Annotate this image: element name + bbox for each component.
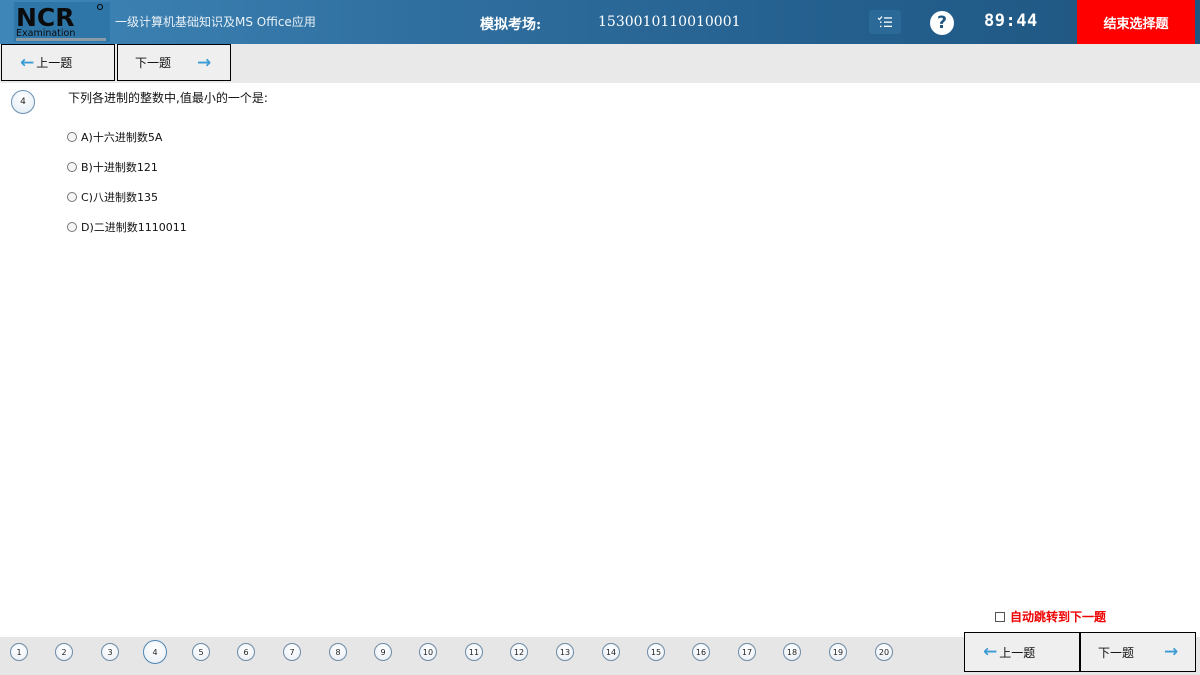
list-icon — [877, 16, 892, 28]
radio-icon[interactable] — [67, 222, 77, 232]
option-label: C)八进制数135 — [81, 191, 158, 204]
help-icon[interactable]: ? — [930, 11, 954, 35]
previous-label: 上一题 — [999, 645, 1036, 660]
question-nav-17[interactable]: 17 — [738, 643, 756, 661]
option-b[interactable]: B)十进制数121 — [67, 159, 158, 175]
question-nav-18[interactable]: 18 — [783, 643, 801, 661]
question-nav-19[interactable]: 19 — [829, 643, 847, 661]
radio-icon[interactable] — [67, 132, 77, 142]
question-text: 下列各进制的整数中,值最小的一个是: — [68, 91, 268, 105]
logo-subtext: Examination — [16, 28, 75, 39]
question-nav-14[interactable]: 14 — [602, 643, 620, 661]
question-nav-5[interactable]: 5 — [192, 643, 210, 661]
arrow-right-icon: → — [197, 52, 212, 73]
previous-question-button[interactable]: ← 上一题 — [1, 44, 115, 81]
next-question-button-bottom[interactable]: 下一题 → — [1080, 632, 1196, 672]
question-nav-7[interactable]: 7 — [283, 643, 301, 661]
question-nav-13[interactable]: 13 — [556, 643, 574, 661]
option-c[interactable]: C)八进制数135 — [67, 189, 158, 205]
question-nav-6[interactable]: 6 — [237, 643, 255, 661]
previous-question-button-bottom[interactable]: ← 上一题 — [964, 632, 1080, 672]
option-a[interactable]: A)十六进制数5A — [67, 129, 162, 145]
option-label: B)十进制数121 — [81, 161, 158, 174]
question-nav-9[interactable]: 9 — [374, 643, 392, 661]
question-nav-15[interactable]: 15 — [647, 643, 665, 661]
question-nav-4-current[interactable]: 4 — [143, 640, 167, 664]
top-navigation-bar: ← 上一题 下一题 → — [0, 44, 1200, 83]
arrow-right-icon: → — [1164, 642, 1179, 662]
checkbox-icon[interactable] — [995, 611, 1005, 622]
radio-icon[interactable] — [67, 192, 77, 202]
question-nav-1[interactable]: 1 — [10, 643, 28, 661]
previous-label: 上一题 — [36, 56, 73, 70]
question-nav-8[interactable]: 8 — [329, 643, 347, 661]
question-number-badge: 4 — [11, 90, 35, 114]
question-nav-16[interactable]: 16 — [692, 643, 710, 661]
next-label: 下一题 — [1098, 645, 1135, 660]
exam-room-label: 模拟考场: — [480, 17, 542, 33]
arrow-left-icon: ← — [983, 642, 998, 662]
next-question-button[interactable]: 下一题 → — [117, 44, 231, 81]
option-d[interactable]: D)二进制数1110011 — [67, 219, 187, 235]
auto-next-label: 自动跳转到下一题 — [1010, 610, 1107, 624]
question-list-button[interactable] — [869, 10, 901, 34]
auto-next-toggle[interactable]: 自动跳转到下一题 — [995, 608, 1106, 625]
end-choice-section-button[interactable]: 结束选择题 — [1077, 0, 1195, 44]
option-label: A)十六进制数5A — [81, 131, 163, 144]
question-nav-2[interactable]: 2 — [55, 643, 73, 661]
exam-room-number: 1530010110010001 — [598, 14, 741, 30]
next-label: 下一题 — [135, 56, 172, 70]
ncre-logo: NCR Examination — [14, 2, 110, 42]
question-nav-12[interactable]: 12 — [510, 643, 528, 661]
radio-icon[interactable] — [67, 162, 77, 172]
question-nav-20[interactable]: 20 — [875, 643, 893, 661]
question-nav-3[interactable]: 3 — [101, 643, 119, 661]
option-label: D)二进制数1110011 — [81, 221, 187, 234]
ncre-logo-graphic: NCR Examination — [14, 2, 110, 42]
header-bar: NCR Examination 一级计算机基础知识及MS Office应用 模拟… — [0, 0, 1200, 44]
question-nav-10[interactable]: 10 — [419, 643, 437, 661]
subject-title: 一级计算机基础知识及MS Office应用 — [115, 15, 316, 29]
countdown-timer: 89:44 — [984, 11, 1038, 31]
arrow-left-icon: ← — [20, 52, 35, 73]
question-nav-11[interactable]: 11 — [465, 643, 483, 661]
